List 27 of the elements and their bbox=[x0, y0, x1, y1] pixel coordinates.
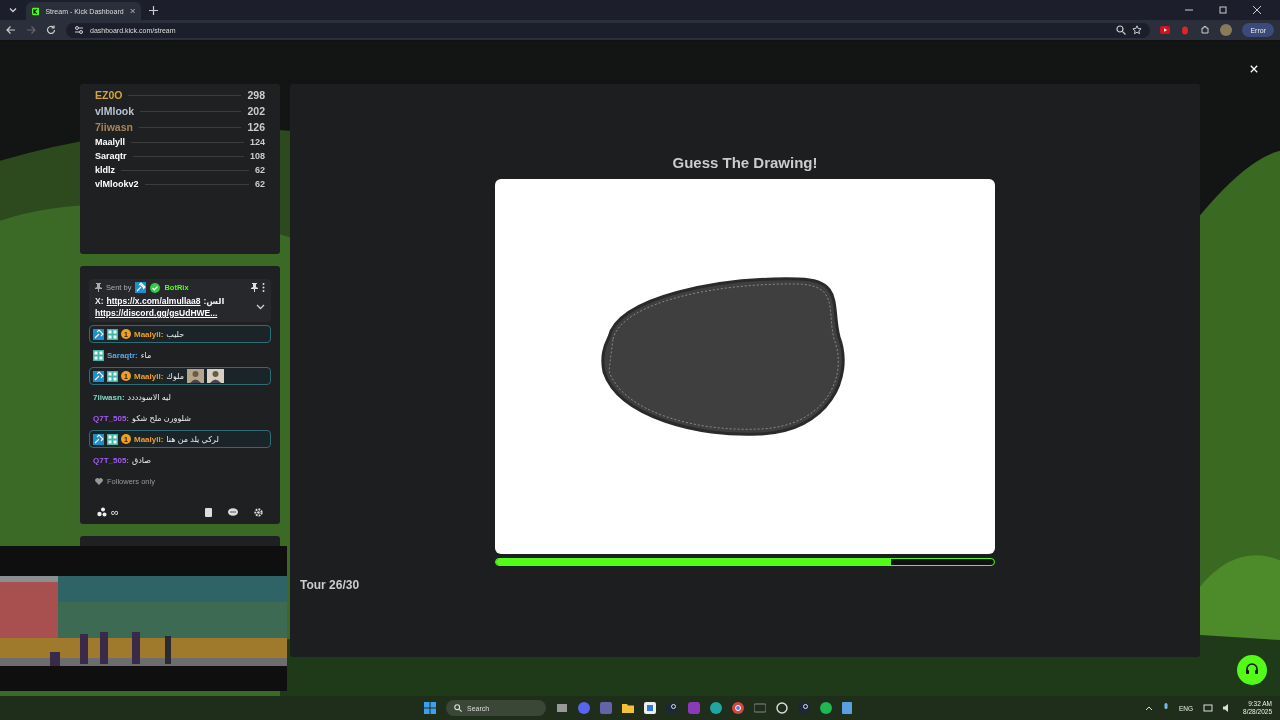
star-icon[interactable] bbox=[1132, 25, 1143, 35]
chat-app-icon[interactable] bbox=[578, 702, 590, 714]
zoom-icon[interactable] bbox=[1116, 25, 1127, 35]
restore-icon[interactable] bbox=[1218, 5, 1228, 15]
steam-icon[interactable] bbox=[666, 702, 678, 714]
new-tab-icon[interactable] bbox=[149, 5, 158, 15]
puzzle-icon[interactable] bbox=[1200, 25, 1211, 35]
windows-icon[interactable] bbox=[424, 702, 436, 714]
chrome-icon[interactable] bbox=[732, 702, 744, 714]
video-extension-icon[interactable] bbox=[1160, 25, 1171, 35]
kick-logo-icon bbox=[32, 5, 40, 17]
reload-icon[interactable] bbox=[46, 25, 56, 35]
close-icon[interactable] bbox=[1252, 5, 1262, 15]
folder-icon[interactable] bbox=[622, 702, 634, 714]
steam-icon[interactable] bbox=[798, 702, 810, 714]
site-settings-icon[interactable] bbox=[74, 25, 84, 35]
edge-icon[interactable] bbox=[710, 702, 722, 714]
avatar-icon[interactable] bbox=[1220, 24, 1233, 36]
music-icon[interactable] bbox=[820, 702, 832, 714]
back-icon[interactable] bbox=[6, 25, 16, 35]
game-launcher-icon[interactable] bbox=[776, 702, 788, 714]
hand-extension-icon[interactable] bbox=[1180, 25, 1191, 35]
chevron-up-icon[interactable] bbox=[1145, 705, 1153, 711]
network-icon[interactable] bbox=[1203, 703, 1214, 713]
store-icon[interactable] bbox=[644, 702, 656, 714]
folder-stack-icon[interactable] bbox=[556, 702, 568, 714]
xbox-icon[interactable] bbox=[754, 702, 766, 714]
